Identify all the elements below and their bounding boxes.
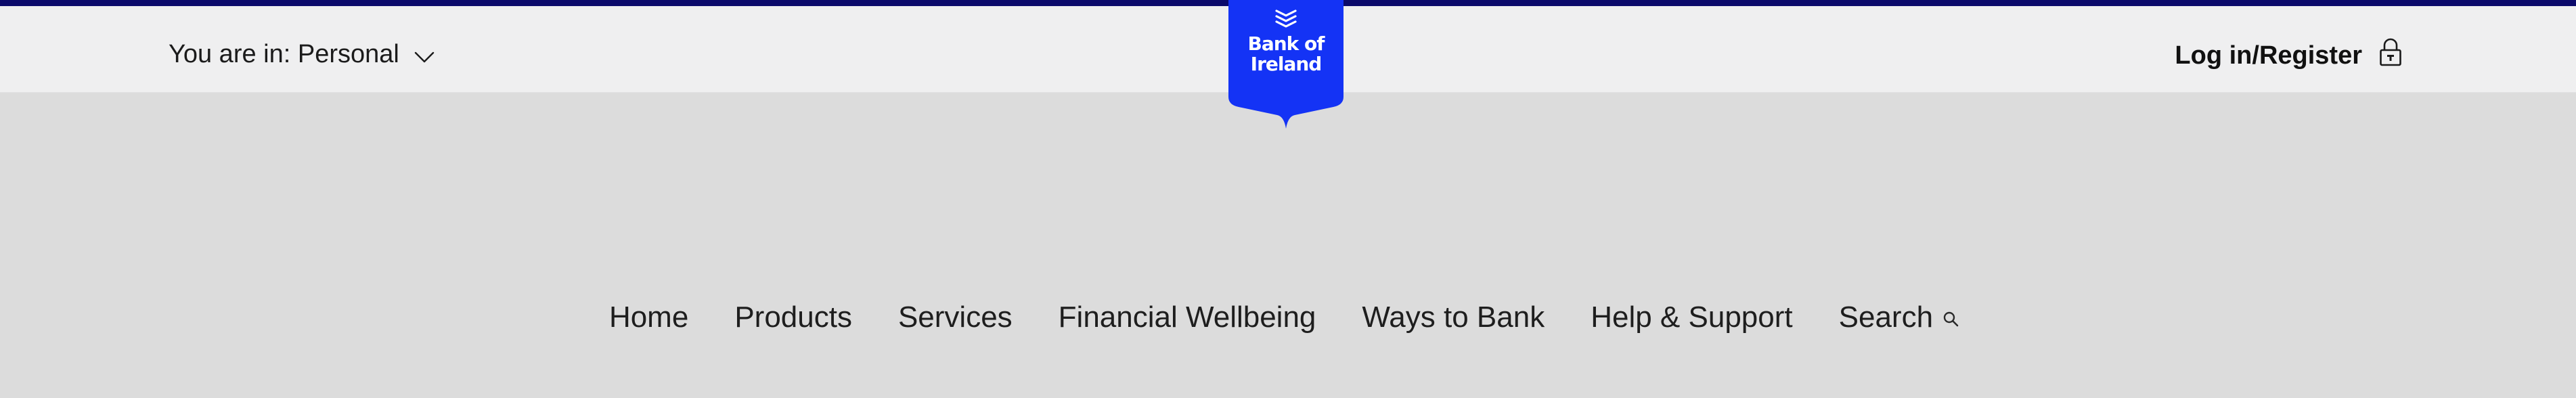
nav-item-search[interactable]: Search	[1839, 301, 1960, 334]
nav-item-help-support[interactable]: Help & Support	[1591, 301, 1792, 334]
nav-item-label: Search	[1838, 301, 1934, 334]
login-register-label: Log in/Register	[2175, 41, 2362, 70]
nav-item-label: Financial Wellbeing	[1058, 301, 1316, 334]
nav-item-financial-wellbeing[interactable]: Financial Wellbeing	[1059, 301, 1316, 334]
nav-item-ways-to-bank[interactable]: Ways to Bank	[1362, 301, 1545, 334]
bank-logo[interactable]: Bank of Ireland	[1228, 0, 1343, 129]
chevron-down-icon	[413, 45, 436, 68]
nav-item-label: Products	[734, 301, 852, 334]
lock-icon	[2378, 37, 2403, 74]
main-nav: Home Products Services Financial Wellbei…	[0, 301, 2576, 334]
login-register-link[interactable]: Log in/Register	[2175, 37, 2403, 74]
segment-value: Personal	[297, 40, 399, 68]
nav-item-label: Ways to Bank	[1362, 301, 1545, 334]
page: You are in: Personal Log in/Register Ban…	[0, 0, 2576, 398]
segment-selector[interactable]: You are in: Personal	[169, 40, 436, 69]
segment-label: You are in: Personal	[169, 40, 399, 69]
nav-item-products[interactable]: Products	[734, 301, 852, 334]
nav-item-label: Services	[897, 301, 1013, 334]
search-icon	[1941, 310, 1960, 329]
nav-item-label: Home	[608, 301, 689, 334]
segment-prefix: You are in:	[169, 40, 291, 68]
logo-line-1: Bank of	[1247, 32, 1325, 55]
nav-item-home[interactable]: Home	[609, 301, 688, 334]
nav-item-label: Help & Support	[1591, 301, 1793, 334]
logo-wordmark: Bank of Ireland	[1228, 34, 1343, 74]
nav-item-services[interactable]: Services	[898, 301, 1013, 334]
logo-line-2: Ireland	[1250, 53, 1323, 75]
